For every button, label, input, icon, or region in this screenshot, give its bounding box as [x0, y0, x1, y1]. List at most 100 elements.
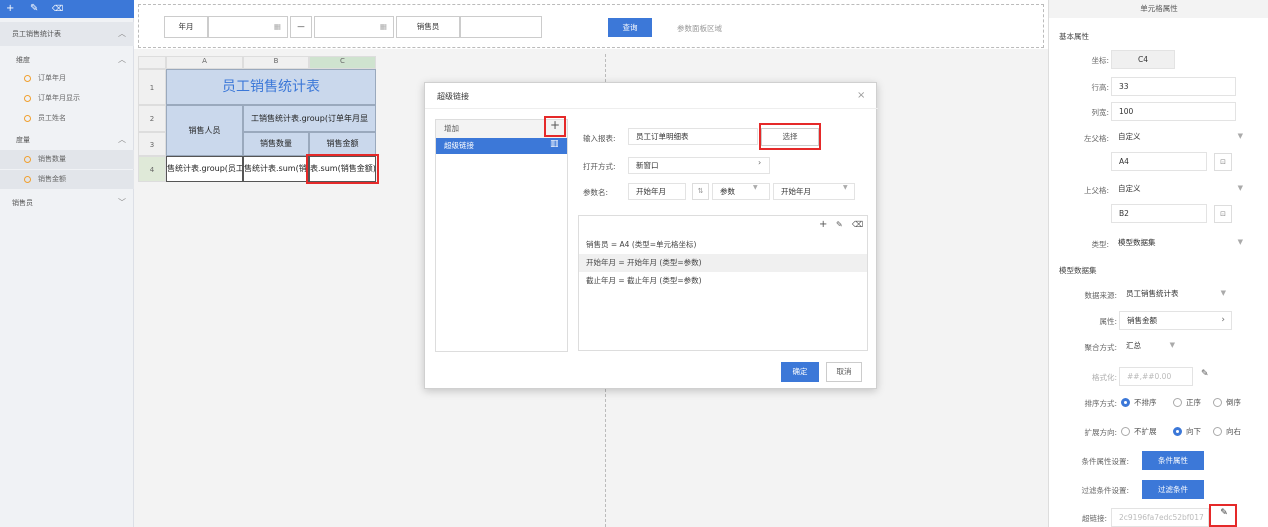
filter-button[interactable]: 过滤条件	[1142, 480, 1204, 499]
salesperson-group-cell[interactable]: 售统计表.group(员工	[166, 156, 243, 182]
quantity-sum-cell[interactable]: 售统计表.sum(销售	[243, 156, 309, 182]
salesperson-group[interactable]: 销售员 ﹀	[0, 193, 134, 213]
trash-icon[interactable]: ▥	[550, 139, 559, 149]
pick-cell-icon[interactable]: ⊡	[1214, 153, 1232, 171]
measure-item[interactable]: 销售数量	[0, 150, 134, 169]
quantity-header-cell[interactable]: 销售数量	[243, 132, 309, 156]
top-parent-select[interactable]: 自定义 ▼	[1111, 180, 1249, 199]
row-height-input[interactable]: 33	[1111, 77, 1236, 96]
measure-item[interactable]: 销售金额	[0, 170, 134, 189]
cell-properties-panel: 单元格属性 基本属性 坐标: C4 行高: 33 列宽: 100 左父格: 自定…	[1048, 0, 1268, 527]
add-icon[interactable]: +	[6, 3, 14, 14]
panel-title: 单元格属性	[1049, 0, 1268, 18]
edit-icon[interactable]: ✎	[30, 3, 38, 14]
type-label: 类型:	[1091, 240, 1109, 249]
cancel-button[interactable]: 取消	[826, 362, 862, 382]
row-header[interactable]: 2	[138, 105, 166, 132]
sort-none-radio[interactable]: 不排序	[1121, 397, 1157, 408]
col-width-input[interactable]: 100	[1111, 102, 1236, 121]
param-list-panel: + ✎ ⌫ 销售员 = A4 (类型=单元格坐标) 开始年月 = 开始年月 (类…	[578, 215, 868, 351]
year-month-label: 年月	[164, 16, 208, 38]
dataset-header[interactable]: 员工销售统计表 ︿	[0, 22, 134, 46]
pick-cell-icon[interactable]: ⊡	[1214, 205, 1232, 223]
radio-label: 倒序	[1226, 398, 1241, 407]
left-toolbar: + ✎ ⌫	[0, 0, 134, 18]
link-list-panel: 增加 超级链接 ▥	[435, 119, 568, 352]
dimension-item[interactable]: 员工姓名	[0, 109, 134, 128]
open-mode-select[interactable]: 新窗口	[628, 157, 770, 174]
end-date-input[interactable]: ▦	[314, 16, 394, 38]
row-header[interactable]: 4	[138, 156, 166, 182]
radio-icon	[1213, 398, 1222, 407]
radio-label: 向下	[1186, 427, 1201, 436]
left-parent-select[interactable]: 自定义 ▼	[1111, 128, 1249, 147]
param-type-select[interactable]: 参数	[712, 183, 770, 200]
cond-button[interactable]: 条件属性	[1142, 451, 1204, 470]
delete-icon[interactable]: ⌫	[52, 4, 63, 13]
add-param-icon[interactable]: +	[819, 219, 827, 230]
field-label: 订单年月	[38, 74, 66, 82]
dimension-group[interactable]: 维度 ︿	[0, 50, 134, 70]
sort-asc-radio[interactable]: 正序	[1173, 397, 1201, 408]
source-label: 数据来源:	[1084, 291, 1117, 300]
sort-desc-radio[interactable]: 倒序	[1213, 397, 1241, 408]
row-header[interactable]: 3	[138, 132, 166, 156]
highlight-box	[1209, 504, 1237, 527]
amount-header-cell[interactable]: 销售金额	[309, 132, 376, 156]
ok-button[interactable]: 确定	[781, 362, 819, 382]
param-row[interactable]: 开始年月 = 开始年月 (类型=参数)	[579, 254, 867, 272]
query-button[interactable]: 查询	[608, 18, 652, 37]
report-input[interactable]: 员工订单明细表	[628, 128, 758, 145]
salesperson-label: 销售员	[12, 199, 33, 207]
salesperson-input[interactable]	[460, 16, 542, 38]
col-header[interactable]: C	[309, 56, 376, 69]
highlight-box	[759, 123, 821, 150]
param-row[interactable]: 截止年月 = 截止年月 (类型=参数)	[579, 272, 867, 290]
model-section-title: 模型数据集	[1059, 266, 1097, 275]
radio-icon	[1121, 427, 1130, 436]
attr-select[interactable]: 销售金额 ›	[1119, 311, 1232, 330]
row-height-label: 行高:	[1091, 83, 1109, 92]
param-name-label: 参数名:	[583, 188, 609, 197]
edit-format-icon[interactable]: ✎	[1201, 369, 1209, 379]
caret-down-icon: ▼	[1237, 132, 1243, 140]
swap-icon[interactable]: ⇅	[692, 183, 709, 200]
radio-icon	[1173, 398, 1182, 407]
report-title-cell[interactable]: 员工销售统计表	[166, 69, 376, 105]
top-parent-label: 上父格:	[1083, 186, 1109, 195]
source-select[interactable]: 员工销售统计表 ▼	[1119, 285, 1232, 304]
param-row[interactable]: 销售员 = A4 (类型=单元格坐标)	[579, 236, 867, 254]
chevron-right-icon: ›	[1221, 315, 1225, 325]
top-parent-cell[interactable]: B2	[1111, 204, 1207, 223]
col-header[interactable]: B	[243, 56, 309, 69]
month-group-cell[interactable]: 工销售统计表.group(订单年月显	[243, 105, 376, 132]
agg-select[interactable]: 汇总 ▼	[1119, 337, 1181, 356]
expand-right-radio[interactable]: 向右	[1213, 426, 1241, 437]
expand-none-radio[interactable]: 不扩展	[1121, 426, 1157, 437]
basic-section-title: 基本属性	[1059, 32, 1089, 41]
edit-param-icon[interactable]: ✎	[836, 220, 843, 229]
close-icon[interactable]: ×	[857, 90, 865, 101]
agg-label: 聚合方式:	[1084, 343, 1117, 352]
salesperson-header-cell[interactable]: 销售人员	[166, 105, 243, 156]
dimension-item[interactable]: 订单年月显示	[0, 89, 134, 108]
format-input[interactable]: ##,##0.00	[1119, 367, 1193, 386]
filter-label: 过滤条件设置:	[1081, 486, 1129, 495]
type-select[interactable]: 模型数据集 ▼	[1111, 234, 1249, 253]
start-date-input[interactable]: ▦	[208, 16, 288, 38]
corner-cell[interactable]	[138, 56, 166, 69]
expand-down-radio[interactable]: 向下	[1173, 426, 1201, 437]
delete-param-icon[interactable]: ⌫	[852, 220, 863, 229]
field-label: 销售数量	[38, 155, 66, 163]
param-name-input[interactable]: 开始年月	[628, 183, 686, 200]
expand-label: 扩展方向:	[1084, 428, 1117, 437]
left-parent-cell[interactable]: A4	[1111, 152, 1207, 171]
link-list-item[interactable]: 超级链接	[436, 138, 567, 154]
format-label: 格式化:	[1091, 373, 1117, 382]
cond-label: 条件属性设置:	[1081, 457, 1129, 466]
measure-group[interactable]: 度量 ︿	[0, 130, 134, 150]
col-header[interactable]: A	[166, 56, 243, 69]
row-header[interactable]: 1	[138, 69, 166, 105]
dimension-item[interactable]: 订单年月	[0, 69, 134, 88]
field-label: 销售金额	[38, 175, 66, 183]
